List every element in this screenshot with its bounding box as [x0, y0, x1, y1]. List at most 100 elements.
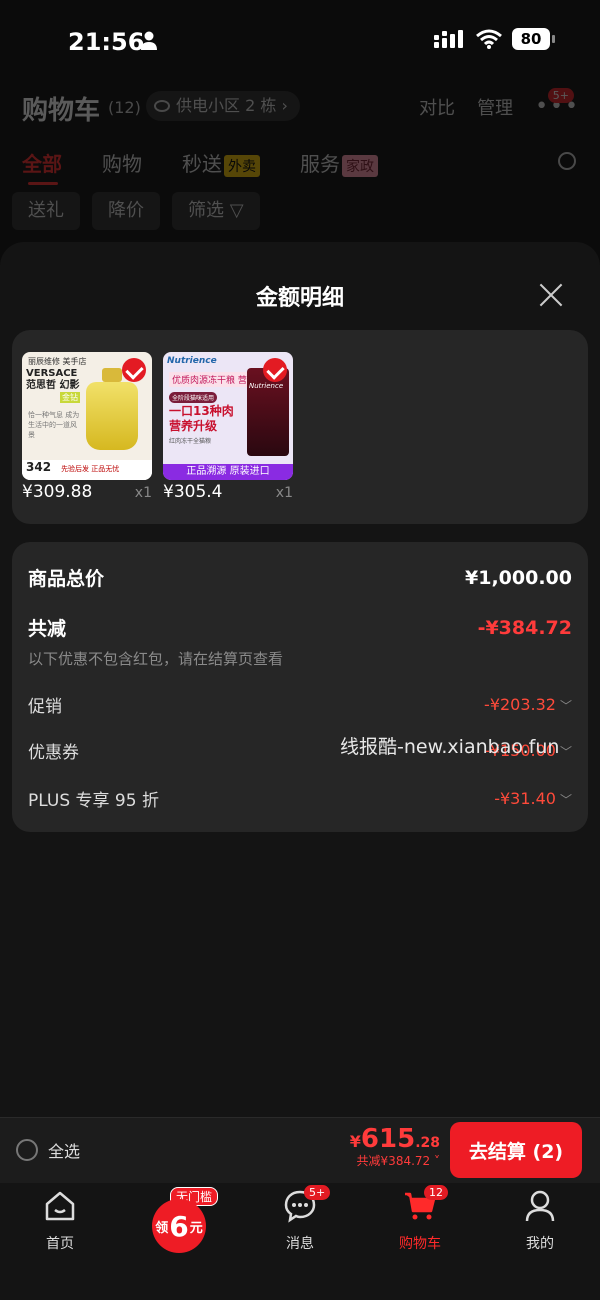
manage-button[interactable]: 管理	[477, 94, 513, 120]
thumb-small-text: 红肉冻干全猫粮	[169, 438, 212, 445]
sheet-title: 金额明细	[255, 286, 344, 311]
address-text: 供电小区 2 栋	[176, 96, 277, 115]
status-right: 80	[434, 28, 555, 50]
product-price: ¥305.4	[163, 482, 223, 502]
thumb-bottom: 正品溯源 原装进口	[163, 464, 293, 480]
promo-value: -¥203.32	[484, 695, 556, 714]
product-image[interactable]: 丽辰维修 美手店 VERSACE 范思哲 幻影 金钻 恰一种气息 成为生活中的一…	[22, 352, 152, 480]
promo-row[interactable]: 促销 -¥203.32 ﹀	[28, 692, 572, 717]
more-badge: 5+	[547, 88, 574, 103]
product-item[interactable]: Nutrience 优质肉源冻干粮 营养升 全阶段猫咪适用 一口13种肉 营养升…	[163, 352, 293, 502]
cat-food-bag-image	[247, 368, 289, 456]
page-title: 购物车	[22, 96, 101, 126]
nav-cart[interactable]: 12 购物车	[380, 1185, 460, 1253]
coupon-label: 优惠券	[28, 743, 79, 763]
reduce-label: 共减	[28, 618, 67, 640]
wifi-icon	[476, 29, 502, 49]
filter-button[interactable]: 筛选 ▽	[172, 192, 260, 230]
thumb-mini-tag: 全阶段猫咪适用	[169, 392, 218, 403]
funnel-icon: ▽	[229, 200, 244, 221]
product-qty: x1	[134, 485, 152, 501]
user-icon	[525, 1190, 555, 1222]
compare-button[interactable]: 对比	[419, 94, 455, 120]
plus-label: PLUS 专享 95 折	[28, 791, 159, 811]
thumb-bottom: 342 先验后发 正品无忧	[22, 460, 152, 480]
total-reduce-text: 共减¥384.72	[356, 1154, 431, 1168]
plus-row[interactable]: PLUS 专享 95 折 -¥31.40 ﹀	[28, 786, 572, 811]
status-bar: 21:56 80	[0, 0, 600, 80]
nav-me[interactable]: 我的	[500, 1189, 580, 1253]
product-item[interactable]: 丽辰维修 美手店 VERSACE 范思哲 幻影 金钻 恰一种气息 成为生活中的一…	[22, 352, 152, 502]
selected-items-card: 丽辰维修 美手店 VERSACE 范思哲 幻影 金钻 恰一种气息 成为生活中的一…	[12, 330, 588, 524]
coupon-number: 6	[169, 1209, 189, 1243]
chevron-down-icon: ﹀	[559, 793, 572, 807]
discount-note: 以下优惠不包含红包，请在结算页查看	[28, 650, 284, 668]
checkout-button[interactable]: 去结算 (2)	[450, 1122, 582, 1178]
checkmark-icon[interactable]	[263, 358, 287, 382]
filter-label: 筛选	[188, 200, 224, 221]
filter-gift[interactable]: 送礼	[12, 192, 80, 230]
nav-messages-label: 消息	[286, 1236, 314, 1252]
total-reduce: 共减¥384.72 ˅	[350, 1152, 440, 1169]
chevron-down-icon: ﹀	[559, 745, 572, 759]
thumb-big-line1: 一口13种肉	[169, 404, 234, 418]
tab-service[interactable]: 服务 家政	[300, 148, 378, 177]
tab-all[interactable]: 全部	[22, 148, 62, 185]
price-detail-card: 商品总价 ¥1,000.00 共减 -¥384.72 以下优惠不包含红包，请在结…	[12, 542, 588, 832]
cart-badge: 12	[424, 1185, 448, 1200]
search-icon[interactable]	[558, 152, 576, 170]
product-qty: x1	[275, 485, 293, 501]
battery-indicator: 80	[512, 28, 555, 50]
total-block[interactable]: ¥615.28 共减¥384.72 ˅	[350, 1124, 440, 1169]
tab-express[interactable]: 秒送 外卖	[182, 148, 260, 177]
nav-me-label: 我的	[526, 1236, 554, 1252]
radio-icon[interactable]	[16, 1139, 38, 1161]
chevron-down-icon: ˅	[430, 1154, 440, 1168]
reduce-row: 共减 -¥384.72	[28, 614, 572, 641]
signal-icon	[434, 30, 463, 48]
thumb-brand: Nutrience	[167, 356, 217, 366]
checkmark-icon[interactable]	[122, 358, 146, 382]
coupon-button[interactable]: 领 6 元	[152, 1199, 206, 1253]
watermark-text: 线报酷-new.xianbao.fun	[340, 736, 560, 758]
thumb-bottom-number: 342	[26, 460, 52, 474]
takeout-tag: 外卖	[224, 155, 260, 177]
nav-messages[interactable]: 5+ 消息	[260, 1185, 340, 1253]
reduce-value: -¥384.72	[477, 616, 572, 639]
plus-value: -¥31.40	[494, 789, 556, 808]
filter-row: 送礼 降价 筛选 ▽	[12, 192, 260, 230]
nav-home-label: 首页	[46, 1236, 74, 1252]
nav-home[interactable]: 首页	[20, 1189, 100, 1253]
tab-shopping[interactable]: 购物	[102, 148, 142, 177]
plus-value-group: -¥31.40 ﹀	[494, 789, 572, 808]
thumb-shop: 丽辰维修 美手店	[28, 357, 87, 366]
coupon-post: 元	[189, 1220, 203, 1236]
address-selector[interactable]: 供电小区 2 栋 ›	[146, 91, 300, 121]
home-icon	[45, 1191, 75, 1221]
tab-service-label: 服务	[300, 152, 340, 176]
thumb-bottom-note: 先验后发 正品无忧	[61, 465, 120, 473]
header-actions: 对比 管理 ••• 5+	[419, 88, 580, 120]
perfume-bottle-image	[86, 368, 138, 450]
product-price: ¥309.88	[22, 482, 93, 502]
status-time: 21:56	[68, 28, 145, 56]
filter-price-drop[interactable]: 降价	[92, 192, 160, 230]
eye-icon	[154, 100, 170, 112]
tab-express-label: 秒送	[182, 152, 222, 176]
close-icon[interactable]	[538, 282, 564, 308]
thumb-desc: 恰一种气息 成为生活中的一道风景	[28, 411, 80, 439]
messages-badge: 5+	[304, 1185, 331, 1200]
total-integer: 615	[360, 1124, 416, 1154]
category-tabs: 全部 购物 秒送 外卖 服务 家政	[22, 148, 378, 185]
person-icon	[141, 31, 157, 50]
total-value: ¥1,000.00	[465, 566, 572, 589]
select-all-toggle[interactable]: 全选	[16, 1138, 80, 1162]
checkout-bar: 全选 ¥615.28 共减¥384.72 ˅ 去结算 (2)	[0, 1117, 600, 1183]
coupon-pre: 领	[155, 1220, 169, 1236]
total-amount: ¥615.28	[350, 1124, 440, 1154]
product-image[interactable]: Nutrience 优质肉源冻干粮 营养升 全阶段猫咪适用 一口13种肉 营养升…	[163, 352, 293, 480]
nav-cart-label: 购物车	[399, 1236, 441, 1252]
thumb-big-line2: 营养升级	[169, 419, 218, 433]
background-page: 购物车 (12) 供电小区 2 栋 › 对比 管理 ••• 5+ 全部 购物 秒…	[0, 80, 600, 250]
chevron-down-icon: ﹀	[559, 699, 572, 713]
